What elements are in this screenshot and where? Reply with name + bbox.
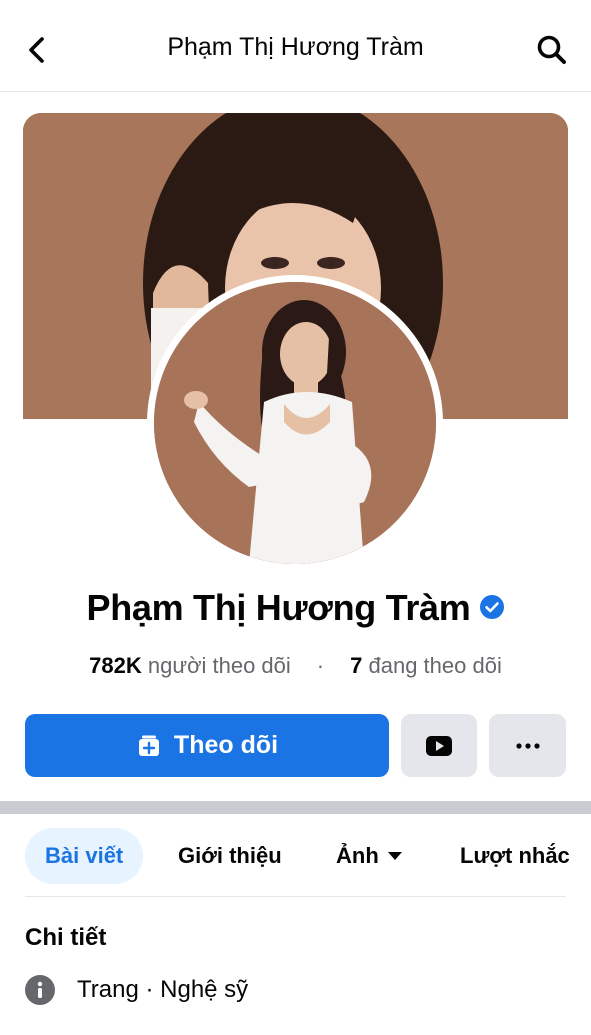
detail-text: Trang · Nghệ sỹ <box>77 976 249 1003</box>
tab-label: Lượt nhắc <box>460 843 570 868</box>
tab-label: Bài viết <box>45 843 124 868</box>
profile-avatar[interactable] <box>147 275 443 571</box>
stats-separator: · <box>316 653 325 678</box>
following-count: 7 <box>350 653 363 678</box>
more-options-button[interactable] <box>489 714 566 777</box>
more-dots-icon <box>515 742 540 749</box>
following-stat[interactable]: 7 đang theo dõi <box>350 653 502 678</box>
follow-stats: 782K người theo dõi · 7 đang theo dõi <box>0 653 591 679</box>
followers-label: người theo dõi <box>147 653 291 678</box>
search-icon <box>537 35 566 64</box>
tab-mentions[interactable]: Lượt nhắc <box>460 828 570 884</box>
chevron-left-icon <box>29 37 44 63</box>
follow-button-label: Theo dõi <box>173 731 279 759</box>
tab-posts[interactable]: Bài viết <box>25 828 144 884</box>
followers-count: 782K <box>89 653 142 678</box>
details-title: Chi tiết <box>25 924 107 951</box>
video-button[interactable] <box>401 714 477 777</box>
section-divider <box>0 801 591 814</box>
avatar-image <box>154 282 436 564</box>
top-bar: Phạm Thị Hương Tràm <box>0 0 591 92</box>
tab-about[interactable]: Giới thiệu <box>178 828 282 884</box>
search-button[interactable] <box>533 30 571 70</box>
following-label: đang theo dõi <box>368 653 502 678</box>
tab-label: Ảnh <box>336 843 379 868</box>
tabs-divider <box>25 896 566 897</box>
detail-row-category: Trang · Nghệ sỹ <box>25 975 248 1005</box>
back-button[interactable] <box>20 30 54 70</box>
caret-down-icon <box>387 852 402 860</box>
verified-badge-icon <box>479 595 504 620</box>
profile-tabs: Bài viết Giới thiệu Ảnh Lượt nhắc <box>0 814 591 898</box>
follow-button[interactable]: Theo dõi <box>25 714 389 777</box>
tab-photos[interactable]: Ảnh <box>336 828 403 884</box>
follow-plus-icon <box>136 733 162 759</box>
play-video-icon <box>426 735 452 756</box>
profile-name-text: Phạm Thị Hương Tràm <box>86 587 471 628</box>
info-icon <box>25 975 55 1005</box>
page-title: Phạm Thị Hương Tràm <box>167 33 424 61</box>
followers-stat[interactable]: 782K người theo dõi <box>89 653 291 678</box>
tab-label: Giới thiệu <box>178 843 282 868</box>
profile-name: Phạm Thị Hương Tràm <box>0 587 591 629</box>
